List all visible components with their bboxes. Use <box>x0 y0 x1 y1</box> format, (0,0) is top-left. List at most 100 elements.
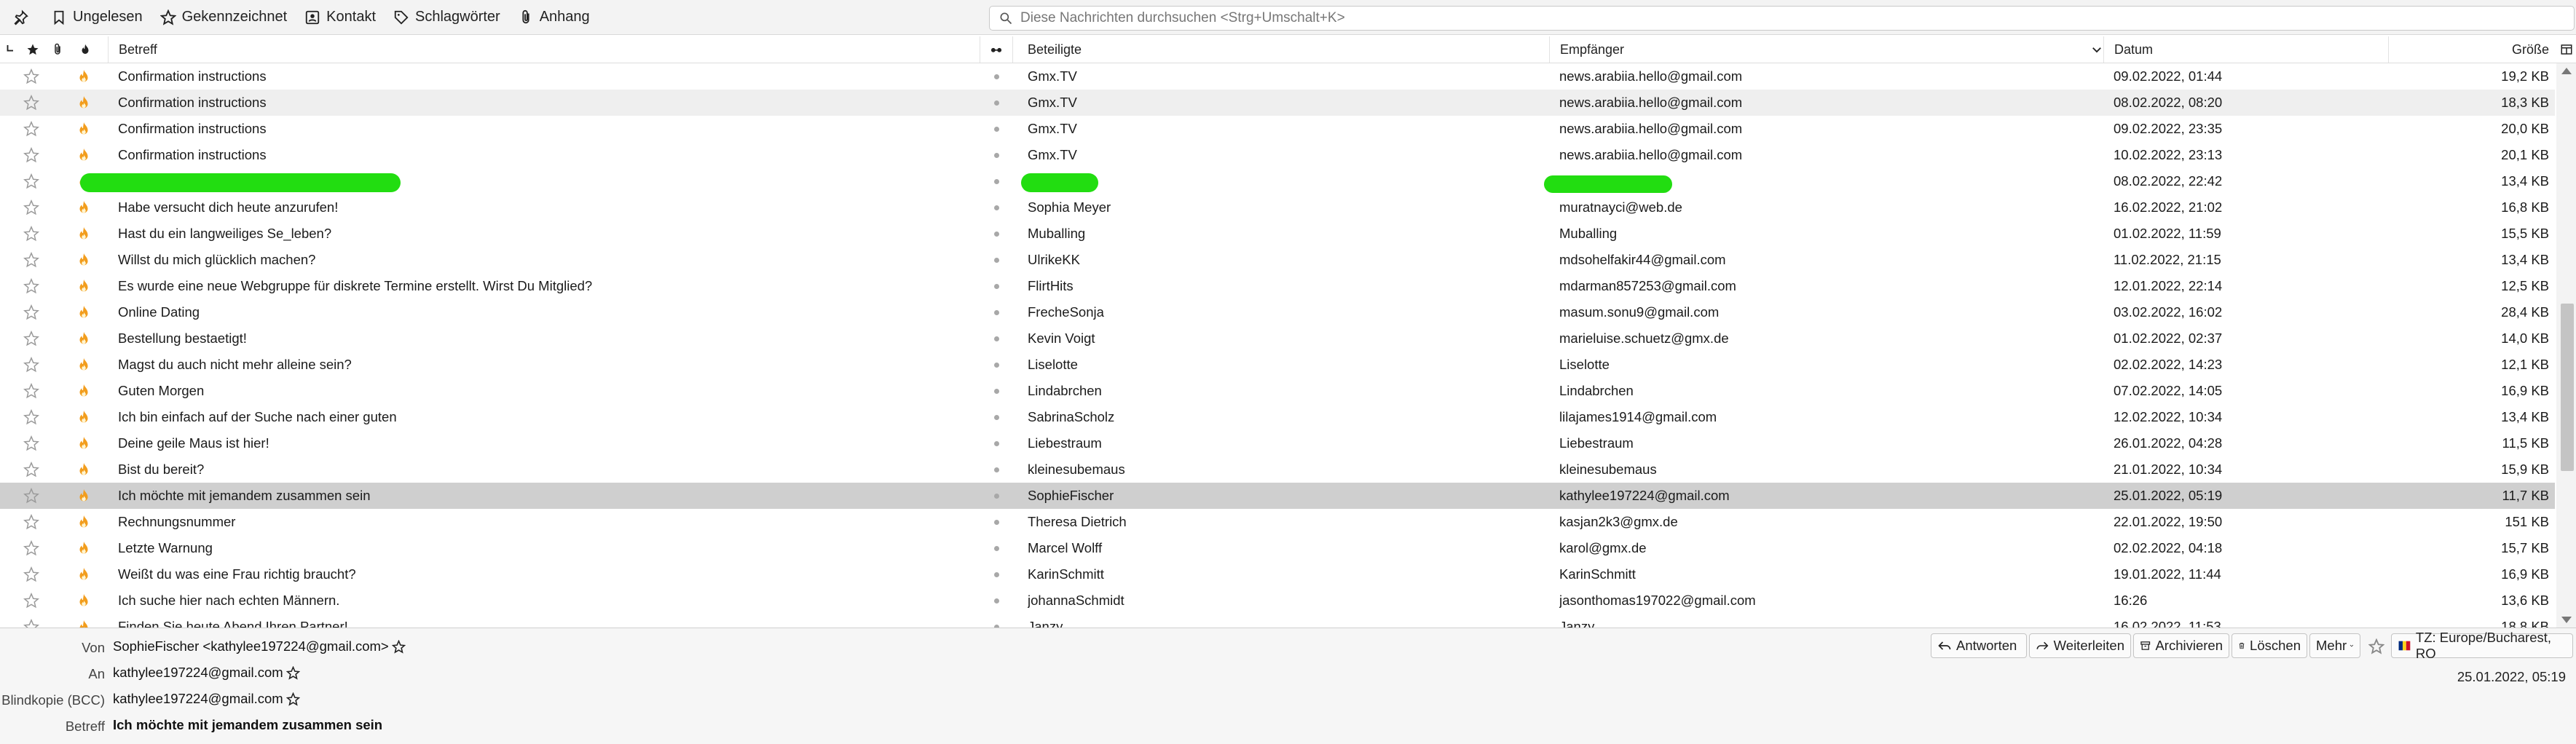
row-junk-flame-icon[interactable] <box>76 561 92 587</box>
table-row[interactable]: Hast du ein langweiliges Se_leben? Muball… <box>0 221 2555 247</box>
row-read-status[interactable] <box>989 483 1004 509</box>
sticky-filter-button[interactable] <box>7 4 41 31</box>
table-row[interactable]: Weißt du was eine Frau richtig braucht? K… <box>0 561 2555 587</box>
row-junk-flame-icon[interactable] <box>76 352 92 378</box>
row-read-status[interactable] <box>989 168 1004 194</box>
row-read-status[interactable] <box>989 456 1004 483</box>
row-read-status[interactable] <box>989 325 1004 352</box>
row-read-status[interactable] <box>989 273 1004 299</box>
junk-column-header[interactable] <box>79 36 92 63</box>
row-junk-flame-icon[interactable] <box>76 116 92 142</box>
row-star-icon[interactable] <box>23 614 39 628</box>
table-row[interactable]: Ich bin einfach auf der Suche nach einer… <box>0 404 2555 430</box>
row-star-icon[interactable] <box>23 587 39 614</box>
filter-contact-button[interactable]: Kontakt <box>297 4 383 31</box>
delete-button[interactable]: Löschen <box>2232 633 2307 658</box>
add-contact-star-icon[interactable] <box>391 639 406 654</box>
reply-button[interactable]: Antworten <box>1931 633 2027 658</box>
row-read-status[interactable] <box>989 142 1004 168</box>
row-junk-flame-icon[interactable] <box>76 221 92 247</box>
table-row[interactable]: 08.02.2022, 22:42 13,4 KB <box>0 168 2555 194</box>
row-junk-flame-icon[interactable] <box>76 535 92 561</box>
message-star-icon[interactable] <box>2368 638 2385 658</box>
table-row[interactable]: Confirmation instructions Gmx.TV news.arab… <box>0 116 2555 142</box>
row-junk-flame-icon[interactable] <box>76 378 92 404</box>
row-star-icon[interactable] <box>23 561 39 587</box>
row-star-icon[interactable] <box>23 378 39 404</box>
more-button[interactable]: Mehr <box>2309 633 2360 658</box>
table-row[interactable]: Guten Morgen Lindabrchen Lindabrchen 07.02.… <box>0 378 2555 404</box>
table-row[interactable]: Deine geile Maus ist hier! Liebestraum Lie… <box>0 430 2555 456</box>
attachment-column-header[interactable] <box>51 36 64 63</box>
row-star-icon[interactable] <box>23 535 39 561</box>
row-read-status[interactable] <box>989 90 1004 116</box>
timezone-button[interactable]: TZ: Europe/Bucharest, RO <box>2391 630 2573 661</box>
table-row[interactable]: Magst du auch nicht mehr alleine sein? Li… <box>0 352 2555 378</box>
size-column-header[interactable]: Größe <box>2388 36 2549 63</box>
to-address[interactable]: kathylee197224@gmail.com <box>113 665 283 681</box>
row-read-status[interactable] <box>989 535 1004 561</box>
column-picker[interactable] <box>2556 36 2576 63</box>
from-value[interactable]: SophieFischer <kathylee197224@gmail.com> <box>113 638 406 654</box>
starred-column-header[interactable] <box>26 36 39 63</box>
scroll-down-arrow[interactable] <box>2561 617 2572 623</box>
row-junk-flame-icon[interactable] <box>76 194 92 221</box>
row-junk-flame-icon[interactable] <box>76 404 92 430</box>
table-row[interactable]: Confirmation instructions Gmx.TV news.arab… <box>0 142 2555 168</box>
message-list-scrollbar[interactable] <box>2556 63 2576 628</box>
bcc-address[interactable]: kathylee197224@gmail.com <box>113 691 283 707</box>
recipient-column-header[interactable]: Empfänger <box>1549 36 2114 63</box>
row-star-icon[interactable] <box>23 456 39 483</box>
row-star-icon[interactable] <box>23 325 39 352</box>
row-star-icon[interactable] <box>23 194 39 221</box>
table-row[interactable]: Confirmation instructions Gmx.TV news.arab… <box>0 90 2555 116</box>
table-row[interactable]: Finden Sie heute Abend Ihren Partner! Jan… <box>0 614 2555 628</box>
subject-column-header[interactable]: Betreff <box>108 36 990 63</box>
row-read-status[interactable] <box>989 614 1004 628</box>
row-junk-flame-icon[interactable] <box>76 325 92 352</box>
row-junk-flame-icon[interactable] <box>76 483 92 509</box>
row-junk-flame-icon[interactable] <box>76 299 92 325</box>
participants-column-header[interactable]: Beteiligte <box>1012 36 1564 63</box>
row-star-icon[interactable] <box>23 299 39 325</box>
row-star-icon[interactable] <box>23 168 39 194</box>
row-star-icon[interactable] <box>23 116 39 142</box>
row-read-status[interactable] <box>989 378 1004 404</box>
row-star-icon[interactable] <box>23 142 39 168</box>
table-row[interactable]: Confirmation instructions Gmx.TV news.arab… <box>0 63 2555 90</box>
table-row[interactable]: Es wurde eine neue Webgruppe für diskret… <box>0 273 2555 299</box>
row-junk-flame-icon[interactable] <box>76 456 92 483</box>
row-read-status[interactable] <box>989 587 1004 614</box>
table-row[interactable]: Online Dating FrecheSonja masum.sonu9@gmai… <box>0 299 2555 325</box>
row-star-icon[interactable] <box>23 273 39 299</box>
filter-tags-button[interactable]: Schlagwörter <box>386 4 508 31</box>
row-junk-flame-icon[interactable] <box>76 587 92 614</box>
row-read-status[interactable] <box>989 299 1004 325</box>
row-junk-flame-icon[interactable] <box>76 273 92 299</box>
add-contact-star-icon[interactable] <box>285 692 300 706</box>
row-star-icon[interactable] <box>23 90 39 116</box>
row-read-status[interactable] <box>989 221 1004 247</box>
row-star-icon[interactable] <box>23 352 39 378</box>
to-value[interactable]: kathylee197224@gmail.com <box>113 665 300 681</box>
scroll-up-arrow[interactable] <box>2561 68 2572 74</box>
table-row[interactable]: Willst du mich glücklich machen? UlrikeKK… <box>0 247 2555 273</box>
row-read-status[interactable] <box>989 561 1004 587</box>
forward-button[interactable]: Weiterleiten <box>2029 633 2131 658</box>
row-read-status[interactable] <box>989 404 1004 430</box>
row-read-status[interactable] <box>989 352 1004 378</box>
table-row[interactable]: Ich möchte mit jemandem zusammen sein Sop… <box>0 483 2555 509</box>
row-junk-flame-icon[interactable] <box>76 63 92 90</box>
search-input[interactable] <box>1019 9 2551 27</box>
table-row[interactable]: Bestellung bestaetigt! Kevin Voigt marielu… <box>0 325 2555 352</box>
from-address[interactable]: SophieFischer <kathylee197224@gmail.com> <box>113 638 389 654</box>
archive-button[interactable]: Archivieren <box>2133 633 2229 658</box>
message-search-box[interactable] <box>989 6 2575 31</box>
row-junk-flame-icon[interactable] <box>76 614 92 628</box>
filter-starred-button[interactable]: Gekennzeichnet <box>153 4 295 31</box>
row-junk-flame-icon[interactable] <box>76 509 92 535</box>
row-read-status[interactable] <box>989 194 1004 221</box>
row-star-icon[interactable] <box>23 483 39 509</box>
filter-unread-button[interactable]: Ungelesen <box>44 4 150 31</box>
filter-attachment-button[interactable]: Anhang <box>511 4 597 31</box>
